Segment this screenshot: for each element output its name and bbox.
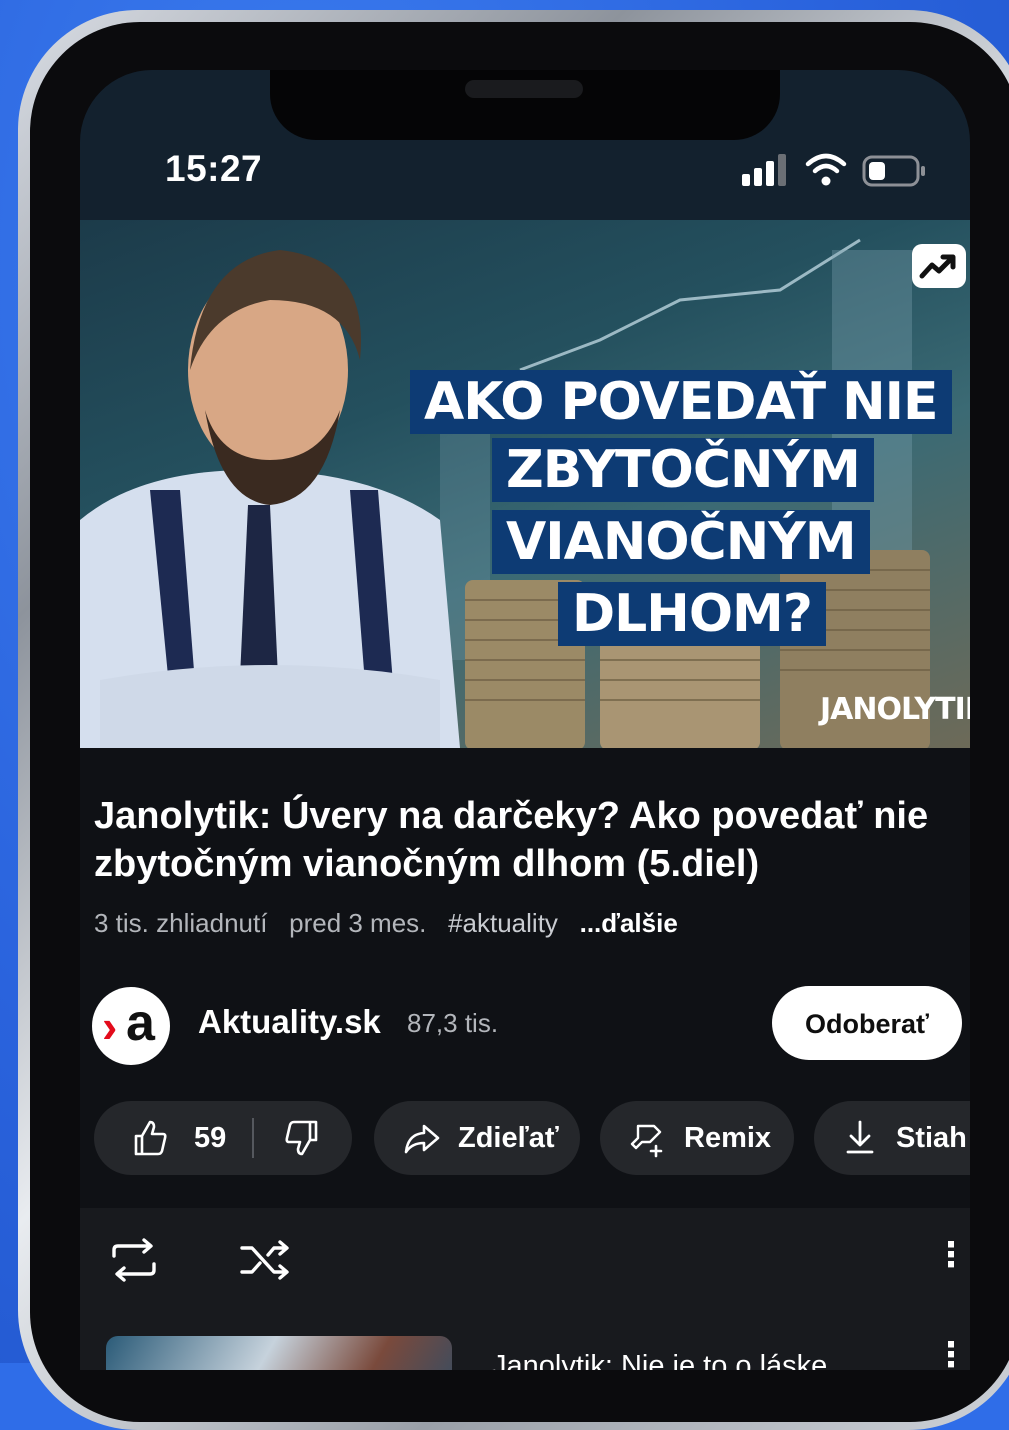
video-thumbnail[interactable]: AKO POVEDAŤ NIE ZBYTOČNÝM VIANOČNÝM DLHO…: [80, 220, 970, 748]
more-link[interactable]: ...ďalšie: [580, 908, 678, 938]
video-meta[interactable]: 3 tis. zhliadnutí pred 3 mes. #aktuality…: [94, 908, 678, 939]
download-label: Stiah: [896, 1121, 967, 1154]
view-count: 3 tis. zhliadnutí: [94, 908, 268, 938]
trending-badge: [912, 244, 966, 288]
share-icon: [404, 1124, 440, 1154]
like-count: 59: [194, 1121, 227, 1154]
phone-screen: AKO POVEDAŤ NIE ZBYTOČNÝM VIANOČNÝM DLHO…: [80, 70, 970, 1370]
thumbnail-headline-line: ZBYTOČNÝM: [492, 438, 874, 502]
wifi-icon: [805, 153, 847, 186]
status-time: 15:27: [165, 148, 263, 189]
next-video-title[interactable]: Janolytik: Nie je to o láske: [492, 1350, 827, 1370]
upload-age: pred 3 mes.: [289, 908, 427, 938]
remix-button[interactable]: Remix: [600, 1101, 794, 1175]
thumbs-down-icon: [285, 1120, 318, 1156]
presenter-figure: [80, 250, 460, 748]
hashtag-link[interactable]: #aktuality: [448, 908, 558, 938]
remix-label: Remix: [684, 1121, 772, 1154]
shuffle-icon[interactable]: [238, 1236, 294, 1284]
share-label: Zdieľať: [458, 1121, 559, 1154]
thumbnail-brand: JANOLYTIK: [820, 692, 970, 727]
download-icon: [846, 1120, 874, 1154]
download-button[interactable]: Stiah: [814, 1101, 970, 1175]
thumbnail-headline-line: VIANOČNÝM: [492, 510, 870, 574]
channel-name[interactable]: Aktuality.sk: [198, 1003, 381, 1041]
loop-icon[interactable]: [106, 1236, 162, 1284]
remix-icon: [630, 1124, 663, 1158]
thumbnail-headline-line: AKO POVEDAŤ NIE: [410, 370, 952, 434]
phone-speaker: [465, 80, 583, 98]
thumbs-up-icon: [134, 1120, 167, 1156]
cellular-signal-icon: [742, 154, 786, 186]
subscriber-count: 87,3 tis.: [407, 1008, 499, 1038]
playlist-panel: ⋮ Janolytik: Nie je to o láske ⋮: [80, 1208, 970, 1370]
playlist-menu-icon[interactable]: ⋮: [934, 1238, 968, 1272]
battery-icon: [862, 155, 925, 187]
thumbnail-headline-line: DLHOM?: [558, 582, 826, 646]
like-button[interactable]: 59: [130, 1118, 226, 1158]
next-video-thumbnail[interactable]: [106, 1336, 452, 1370]
share-button[interactable]: Zdieľať: [374, 1101, 580, 1175]
subscribe-button[interactable]: Odoberať: [772, 986, 962, 1060]
trending-icon: [919, 254, 956, 279]
pill-divider: [252, 1118, 255, 1158]
next-video-menu-icon[interactable]: ⋮: [934, 1338, 968, 1370]
dislike-button[interactable]: [282, 1118, 322, 1158]
avatar-chevron: ›: [102, 1000, 118, 1052]
avatar-letter: a: [126, 994, 155, 1052]
like-dislike-pill: 59: [94, 1101, 352, 1175]
channel-avatar[interactable]: › a: [92, 987, 170, 1065]
video-title[interactable]: Janolytik: Úvery na darčeky? Ako povedať…: [94, 792, 964, 888]
